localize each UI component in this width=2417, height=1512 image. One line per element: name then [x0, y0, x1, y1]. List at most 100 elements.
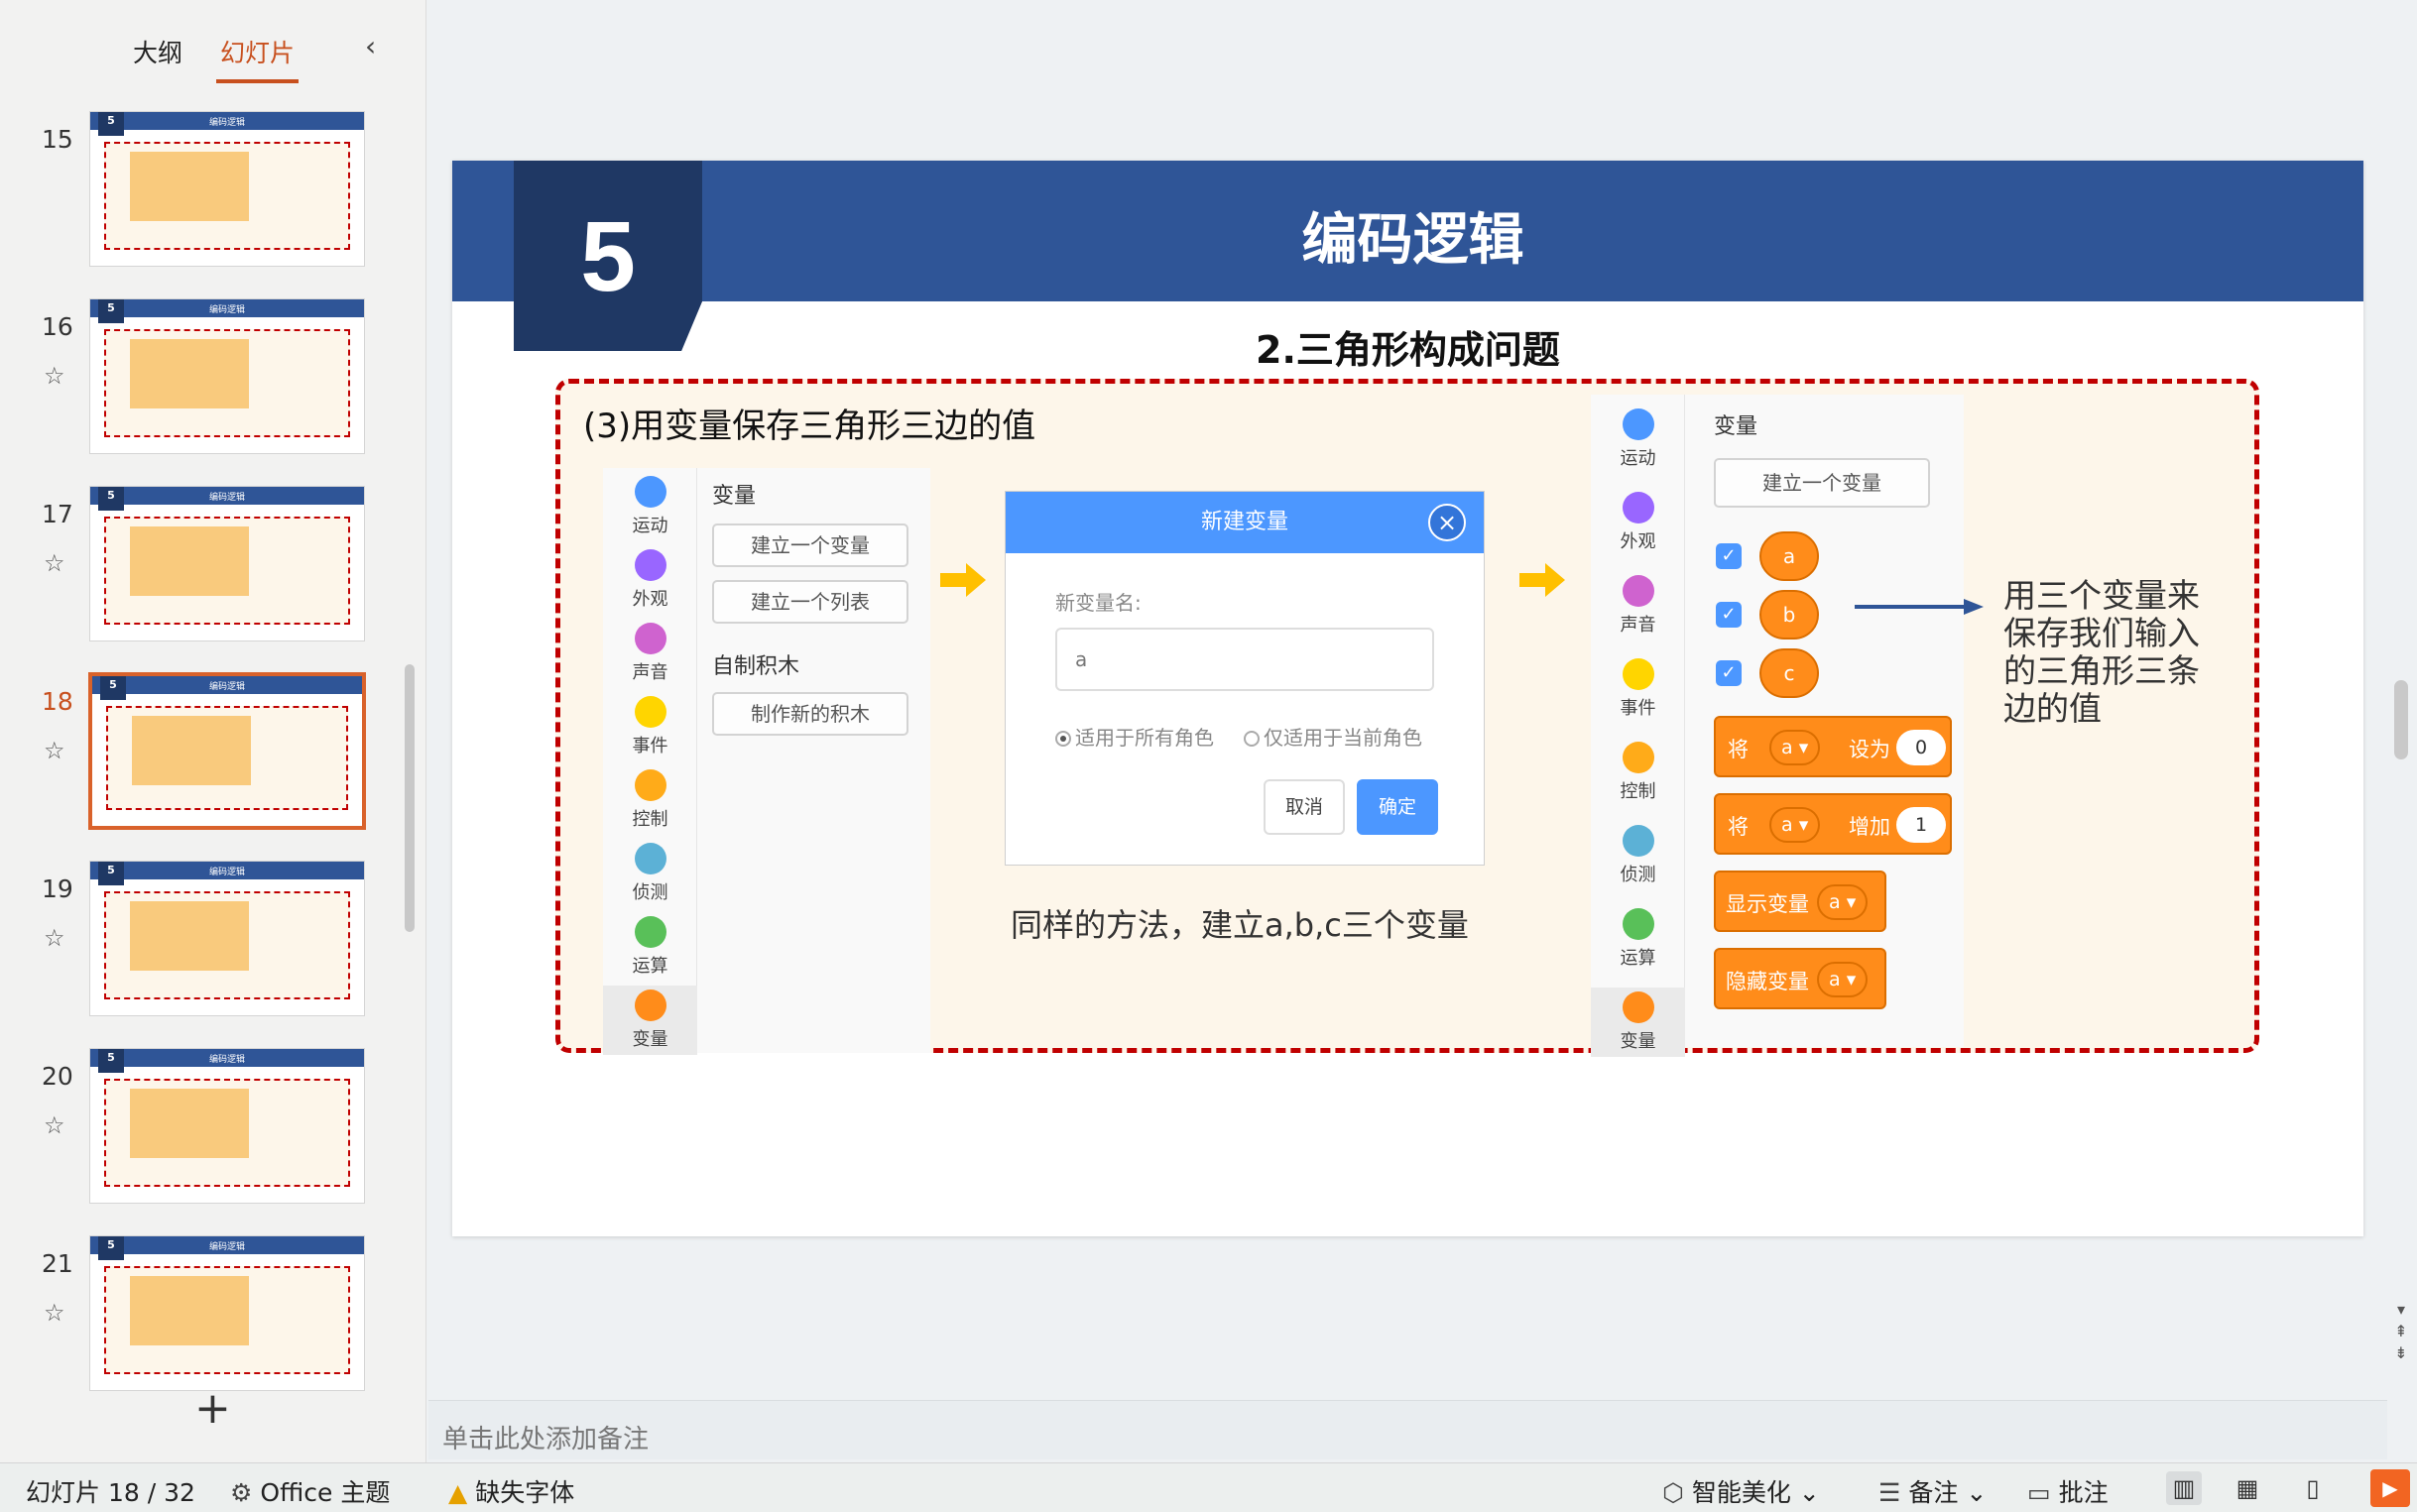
arrow-right-icon	[940, 563, 986, 597]
category-label: 侦测	[632, 882, 668, 903]
radio-all-sprites[interactable]: 适用于所有角色	[1055, 722, 1214, 751]
category-dot-icon	[1622, 908, 1654, 940]
category-item[interactable]: 运算	[1591, 904, 1685, 974]
tab-outline[interactable]: 大纲	[129, 30, 186, 83]
category-item[interactable]: 侦测	[1591, 821, 1685, 890]
slide-number: 17	[42, 500, 73, 528]
category-label: 运算	[632, 956, 668, 977]
category-label: 变量	[632, 1029, 668, 1050]
star-icon[interactable]: ☆	[44, 1111, 65, 1139]
make-block-button[interactable]: 制作新的积木	[712, 692, 908, 736]
arrow-right-icon	[1855, 599, 1984, 615]
collapse-panel-icon[interactable]: ‹	[365, 30, 376, 62]
status-bar: 幻灯片 18 / 32 ⚙ Office 主题 ▲ 缺失字体 ⬡ 智能美化 ⌄ ☰ 备注…	[0, 1462, 2417, 1512]
category-item[interactable]: 运算	[603, 912, 697, 982]
value-input[interactable]: 0	[1896, 730, 1946, 765]
slide-thumbnail[interactable]: 5 编码逻辑	[89, 673, 365, 829]
slide-thumbnail-row[interactable]: 21 ☆ 5 编码逻辑	[0, 1235, 397, 1399]
category-item[interactable]: 事件	[603, 692, 697, 761]
add-slide-button[interactable]: +	[194, 1383, 231, 1434]
radio-this-sprite[interactable]: 仅适用于当前角色	[1244, 722, 1422, 751]
make-variable-button[interactable]: 建立一个变量	[1714, 458, 1930, 508]
radio-all-label: 适用于所有角色	[1075, 726, 1214, 750]
thumbnail-scrollbar[interactable]	[405, 664, 415, 932]
category-label: 运动	[632, 516, 668, 536]
variable-reporter-b[interactable]: b	[1759, 590, 1819, 640]
category-item[interactable]: 侦测	[603, 839, 697, 908]
category-item[interactable]: 运动	[1591, 405, 1685, 474]
slide-thumbnail[interactable]: 5 编码逻辑	[89, 1235, 365, 1391]
slide-canvas[interactable]: 5 编码逻辑 2.三角形构成问题 (3)用变量保存三角形三边的值 运动 外观 声音事…	[452, 161, 2363, 1236]
slide-thumbnail-row[interactable]: 17 ☆ 5 编码逻辑	[0, 486, 397, 649]
slide-thumbnail[interactable]: 5 编码逻辑	[89, 298, 365, 454]
checkbox-icon[interactable]: ✓	[1716, 543, 1742, 569]
slide-thumbnail-row[interactable]: 18 ☆ 5 编码逻辑	[0, 673, 397, 837]
category-item[interactable]: 控制	[603, 765, 697, 835]
star-icon[interactable]: ☆	[44, 1299, 65, 1327]
ok-button[interactable]: 确定	[1357, 779, 1438, 835]
variable-reporter-a[interactable]: a	[1759, 531, 1819, 581]
category-item[interactable]: 事件	[1591, 654, 1685, 724]
set-variable-block[interactable]: 将 a ▾ 设为 0	[1714, 716, 1952, 777]
tab-slides[interactable]: 幻灯片	[216, 30, 300, 83]
hide-variable-block[interactable]: 隐藏变量 a ▾	[1714, 948, 1886, 1009]
category-item[interactable]: 变量	[603, 986, 697, 1055]
slide-thumbnail-row[interactable]: 16 ☆ 5 编码逻辑	[0, 298, 397, 462]
make-variable-button[interactable]: 建立一个变量	[712, 523, 908, 567]
dropdown-value: a	[1829, 969, 1841, 990]
scroll-arrows[interactable]: ▾ ⇞ ⇟	[2390, 1299, 2412, 1364]
normal-view-icon[interactable]: ▥	[2166, 1471, 2202, 1505]
slide-thumbnail[interactable]: 5 编码逻辑	[89, 1048, 365, 1204]
dropdown-value: a	[1781, 737, 1793, 758]
variable-name-input[interactable]: a	[1055, 628, 1434, 691]
scratch-palette-right: 运动 外观 声音 事件 控制 侦测 运算 变量 变量 建立一个变量 ✓ a ✓ b ✓ c 将…	[1591, 395, 1964, 1057]
make-list-button[interactable]: 建立一个列表	[712, 580, 908, 624]
variable-reporter-c[interactable]: c	[1759, 648, 1819, 698]
star-icon[interactable]: ☆	[44, 924, 65, 952]
change-variable-block[interactable]: 将 a ▾ 增加 1	[1714, 793, 1952, 855]
cancel-button[interactable]: 取消	[1264, 779, 1345, 835]
star-icon[interactable]: ☆	[44, 362, 65, 390]
checkbox-icon[interactable]: ✓	[1716, 602, 1742, 628]
value-input[interactable]: 1	[1896, 807, 1946, 843]
star-icon[interactable]: ☆	[44, 549, 65, 577]
missing-font-button[interactable]: ▲ 缺失字体	[448, 1473, 574, 1509]
category-item[interactable]: 变量	[1591, 988, 1685, 1057]
comments-button[interactable]: ▭ 批注	[2027, 1473, 2109, 1509]
category-item[interactable]: 外观	[1591, 488, 1685, 557]
slide-thumbnail-row[interactable]: 15 5 编码逻辑	[0, 111, 397, 275]
star-icon[interactable]: ☆	[44, 737, 65, 764]
notes-button[interactable]: ☰ 备注 ⌄	[1878, 1473, 1987, 1509]
notes-pane[interactable]: 单击此处添加备注	[428, 1400, 2387, 1459]
category-item[interactable]: 控制	[1591, 738, 1685, 807]
variable-dropdown[interactable]: a ▾	[1769, 807, 1821, 843]
variable-dropdown[interactable]: a ▾	[1769, 730, 1821, 765]
checkbox-icon[interactable]: ✓	[1716, 660, 1742, 686]
slideshow-play-icon[interactable]: ▶	[2370, 1469, 2410, 1507]
theme-button[interactable]: ⚙ Office 主题	[230, 1473, 390, 1509]
variable-dropdown[interactable]: a ▾	[1817, 884, 1869, 920]
category-item[interactable]: 外观	[603, 545, 697, 615]
category-item[interactable]: 运动	[603, 472, 697, 541]
category-dot-icon	[634, 769, 666, 801]
thumbnail-title: 编码逻辑	[208, 1242, 245, 1252]
slide-thumbnail[interactable]: 5 编码逻辑	[89, 486, 365, 641]
show-variable-block[interactable]: 显示变量 a ▾	[1714, 871, 1886, 932]
slide-number: 20	[42, 1062, 73, 1091]
category-item[interactable]: 声音	[1591, 571, 1685, 640]
thumbnail-title: 编码逻辑	[208, 868, 245, 877]
slide-thumbnail-row[interactable]: 20 ☆ 5 编码逻辑	[0, 1048, 397, 1212]
canvas-scrollbar[interactable]	[2394, 680, 2408, 759]
reading-view-icon[interactable]: ▯	[2295, 1471, 2331, 1505]
slide-thumbnail-row[interactable]: 19 ☆ 5 编码逻辑	[0, 861, 397, 1024]
slide-thumbnail[interactable]: 5 编码逻辑	[89, 111, 365, 267]
close-icon[interactable]: ×	[1428, 504, 1466, 541]
category-dot-icon	[634, 989, 666, 1021]
slide-number: 18	[42, 687, 73, 716]
slide-thumbnail[interactable]: 5 编码逻辑	[89, 861, 365, 1016]
smart-beautify-button[interactable]: ⬡ 智能美化 ⌄	[1662, 1473, 1820, 1509]
slide-sorter-icon[interactable]: ▦	[2230, 1471, 2265, 1505]
notes-placeholder[interactable]: 单击此处添加备注	[442, 1419, 649, 1455]
variable-dropdown[interactable]: a ▾	[1817, 962, 1869, 997]
category-item[interactable]: 声音	[603, 619, 697, 688]
